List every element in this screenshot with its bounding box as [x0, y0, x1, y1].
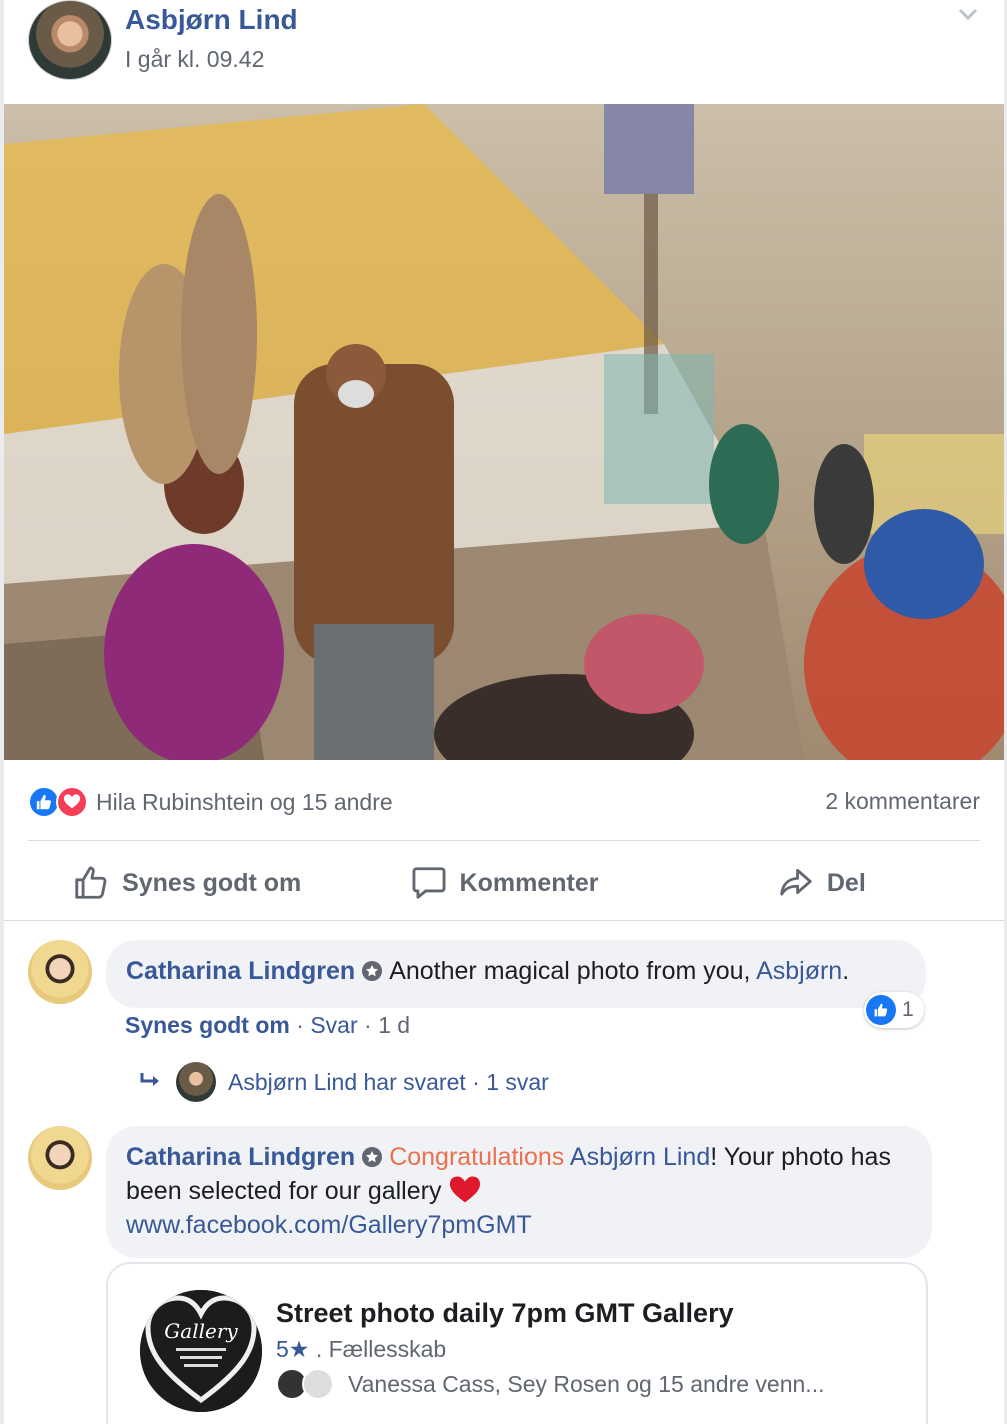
comment-mention[interactable]: Asbjørn	[756, 957, 842, 985]
separator: ·	[296, 1012, 304, 1038]
commenter-avatar[interactable]	[28, 1126, 92, 1190]
post-author-name[interactable]: Asbjørn Lind	[125, 4, 298, 36]
commenter-name[interactable]: Catharina Lindgren	[126, 957, 355, 985]
friend-members: Vanessa Cass, Sey Rosen og 15 andre venn…	[276, 1368, 824, 1400]
comment-meta: Synes godt om · Svar · 1 d	[125, 1012, 410, 1039]
congrats-word: Congratulations	[389, 1143, 565, 1171]
top-fan-badge-icon	[362, 961, 383, 981]
link-preview-card[interactable]: Gallery Street photo daily 7pm GMT Galle…	[106, 1262, 928, 1424]
reactions-summary[interactable]: Hila Rubinshtein og 15 andre	[28, 786, 393, 818]
comment-button-label: Kommenter	[459, 868, 599, 897]
share-button[interactable]: Del	[663, 850, 980, 916]
post-actions: Synes godt om Kommenter Del	[28, 850, 980, 916]
comment-button[interactable]: Kommenter	[345, 850, 662, 916]
comment-text: Another magical photo from you,	[389, 957, 751, 985]
gallery-logo-text: Gallery	[164, 1319, 238, 1343]
comment-like-link[interactable]: Synes godt om	[125, 1012, 290, 1038]
comment-end: .	[842, 957, 850, 985]
like-reaction-icon	[866, 995, 896, 1025]
reply-thread-link[interactable]: Asbjørn Lind har svaret · 1 svar	[138, 1062, 549, 1102]
like-count-value: 1	[902, 998, 914, 1021]
comment-mention[interactable]: Asbjørn Lind	[570, 1143, 710, 1171]
reply-arrow-icon	[140, 1073, 159, 1086]
author-avatar[interactable]	[28, 0, 112, 80]
chevron-down-icon[interactable]	[956, 4, 980, 24]
like-button[interactable]: Synes godt om	[28, 850, 345, 916]
comment-reply-link[interactable]: Svar	[310, 1012, 357, 1038]
separator: ·	[364, 1012, 372, 1038]
top-fan-badge-icon	[362, 1147, 383, 1167]
comment-like-count[interactable]: 1	[864, 992, 924, 1028]
red-heart-icon	[450, 1176, 481, 1203]
friend-avatar	[302, 1368, 334, 1400]
gallery-logo[interactable]: Gallery	[140, 1290, 262, 1412]
preview-subtitle: 5★ . Fællesskab	[276, 1336, 446, 1363]
like-button-label: Synes godt om	[122, 868, 302, 897]
share-button-label: Del	[826, 868, 866, 897]
divider	[4, 920, 1004, 921]
commenter-avatar[interactable]	[28, 940, 92, 1004]
preview-title[interactable]: Street photo daily 7pm GMT Gallery	[276, 1298, 734, 1329]
comment-count[interactable]: 2 kommentarer	[825, 788, 980, 815]
love-reaction-icon	[56, 786, 88, 818]
gallery-link[interactable]: www.facebook.com/Gallery7pmGMT	[126, 1211, 532, 1239]
post-photo[interactable]	[4, 104, 1004, 760]
divider	[28, 840, 980, 841]
reactors-text[interactable]: Hila Rubinshtein og 15 andre	[96, 789, 393, 816]
comment-icon	[412, 867, 445, 899]
share-arrow-icon	[780, 868, 812, 896]
post-card: Asbjørn Lind I går kl. 09.42 Hila Rubins…	[4, 0, 1004, 1424]
thumbs-up-icon	[75, 866, 107, 899]
comment-bubble: Catharina Lindgren Congratulations Asbjør…	[106, 1126, 932, 1258]
comment-bubble: Catharina Lindgren Another magical photo …	[106, 940, 926, 1008]
reply-thread-text[interactable]: Asbjørn Lind har svaret · 1 svar	[228, 1069, 549, 1096]
comment-age[interactable]: 1 d	[378, 1012, 410, 1038]
friend-names: Vanessa Cass, Sey Rosen og 15 andre venn…	[348, 1370, 825, 1397]
commenter-name[interactable]: Catharina Lindgren	[126, 1143, 355, 1171]
replier-avatar[interactable]	[176, 1062, 216, 1102]
rating: 5★	[276, 1336, 310, 1362]
group-type: . Fællesskab	[315, 1336, 447, 1362]
post-timestamp[interactable]: I går kl. 09.42	[125, 46, 264, 73]
